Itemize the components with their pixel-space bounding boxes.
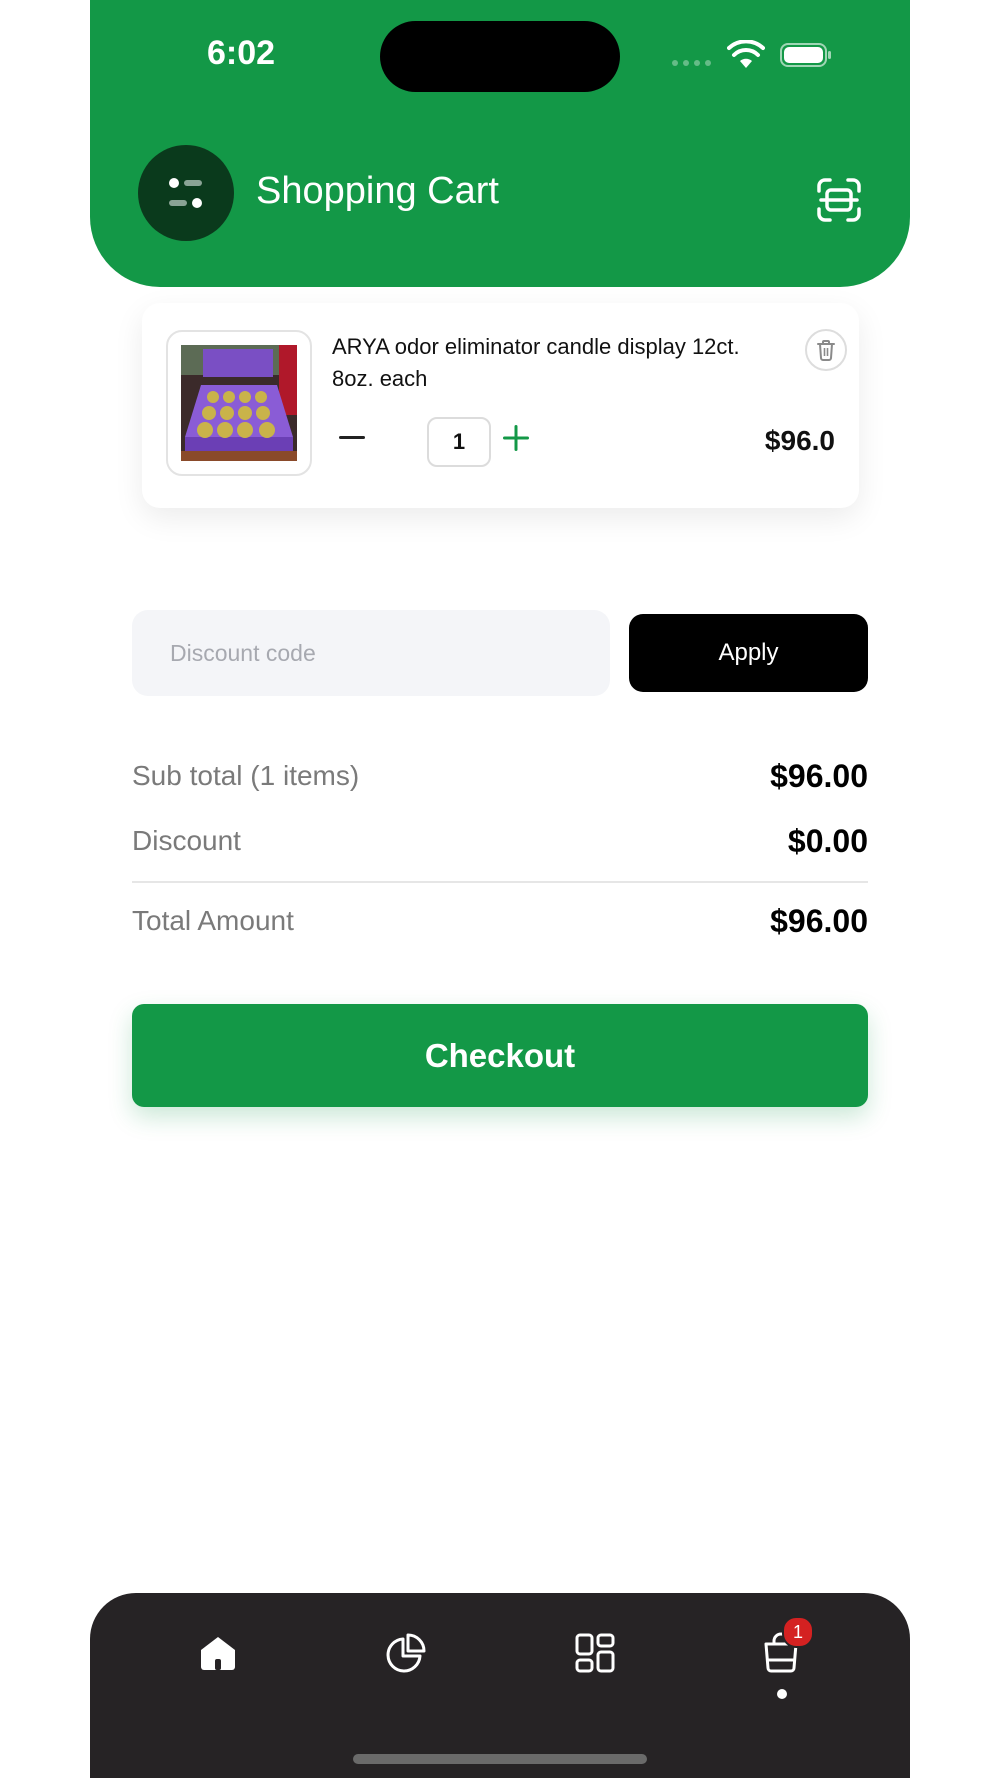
tab-home[interactable] — [188, 1623, 248, 1683]
subtotal-label: Sub total (1 items) — [132, 760, 360, 791]
checkout-button[interactable]: Checkout — [132, 1004, 868, 1107]
discount-label: Discount — [132, 825, 241, 856]
menu-button[interactable] — [138, 145, 234, 241]
status-time: 6:02 — [207, 34, 276, 72]
battery-icon — [780, 43, 831, 67]
decrease-quantity-button[interactable] — [335, 421, 369, 455]
cart-count-badge: 1 — [782, 1616, 814, 1648]
scan-icon[interactable] — [816, 177, 862, 223]
item-price: $96.0 — [764, 425, 835, 456]
home-icon — [201, 1637, 235, 1670]
cart-item-card: ARYA odor eliminator candle display 12ct… — [142, 303, 859, 508]
grid-icon — [575, 1633, 615, 1673]
trash-icon — [817, 340, 835, 361]
cellular-signal-icon — [672, 60, 711, 66]
home-indicator[interactable] — [353, 1754, 647, 1764]
phone-screen: 6:02 Shopping Cart ARYA odor eliminator … — [90, 0, 910, 1778]
dynamic-island — [380, 21, 620, 92]
product-thumbnail[interactable] — [166, 330, 312, 476]
quantity-value[interactable]: 1 — [427, 417, 491, 467]
app-header: 6:02 Shopping Cart — [90, 0, 910, 287]
subtotal-value: $96.00 — [770, 758, 868, 794]
discount-value: $0.00 — [787, 823, 868, 859]
total-label: Total Amount — [132, 905, 294, 936]
total-value: $96.00 — [770, 903, 868, 939]
product-name[interactable]: ARYA odor eliminator candle display 12ct… — [332, 331, 772, 395]
plus-icon — [503, 425, 529, 451]
tab-stats[interactable] — [376, 1623, 436, 1683]
summary-divider — [132, 881, 868, 883]
menu-dots-icon — [169, 178, 202, 208]
product-image — [181, 345, 297, 461]
page-title: Shopping Cart — [256, 170, 499, 212]
wifi-icon — [727, 40, 765, 68]
increase-quantity-button[interactable] — [499, 421, 533, 455]
active-tab-indicator — [777, 1689, 787, 1699]
remove-item-button[interactable] — [805, 329, 847, 371]
discount-code-input[interactable] — [132, 610, 610, 696]
tab-categories[interactable] — [565, 1623, 625, 1683]
pie-chart-icon — [386, 1633, 426, 1673]
apply-discount-button[interactable]: Apply — [629, 614, 868, 692]
minus-icon — [339, 436, 365, 439]
